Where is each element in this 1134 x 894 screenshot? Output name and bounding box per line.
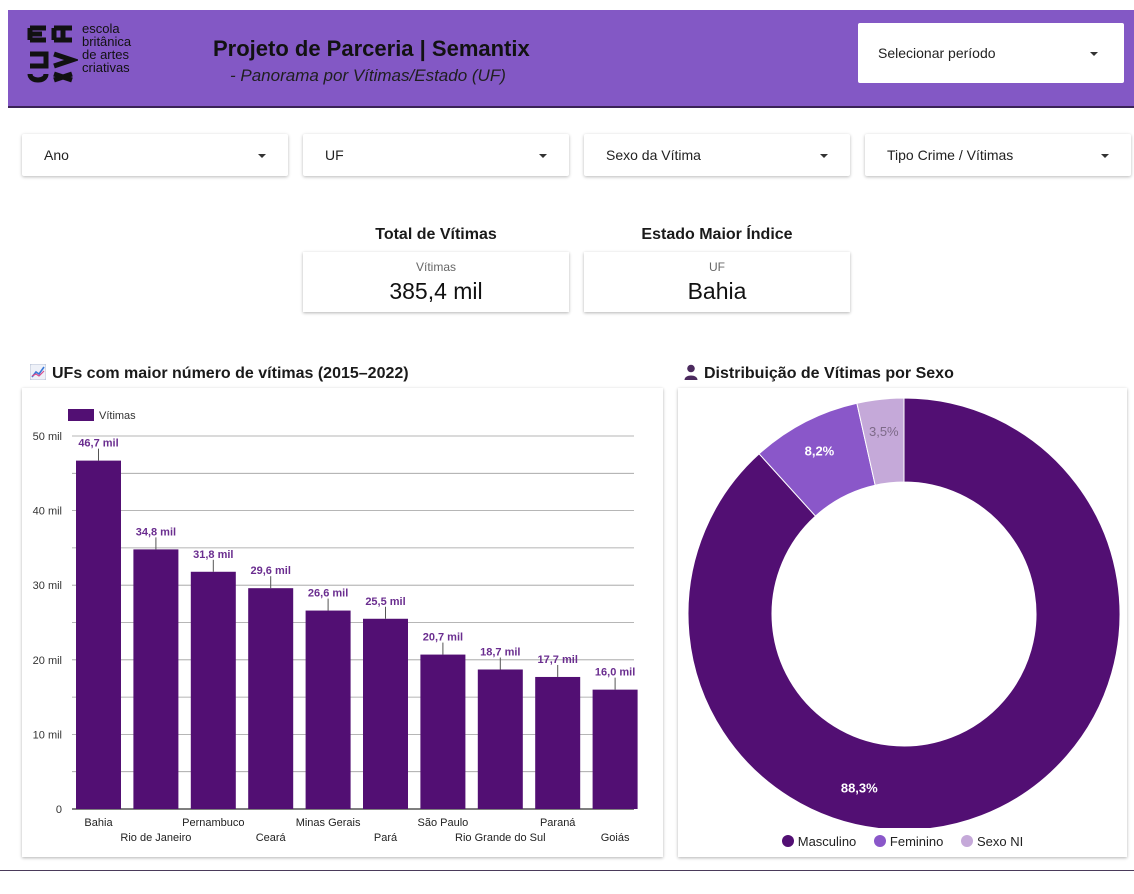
filter-label: Tipo Crime / Vítimas bbox=[887, 147, 1014, 163]
y-tick-label: 0 bbox=[56, 804, 62, 816]
chevron-down-icon bbox=[820, 154, 828, 158]
person-icon bbox=[684, 364, 698, 380]
legend-item-feminino[interactable]: Feminino bbox=[873, 834, 944, 849]
y-tick-label: 30 mil bbox=[33, 580, 62, 592]
bar-chart-title: UFs com maior número de vítimas (2015–20… bbox=[30, 364, 409, 383]
x-tick-label: São Paulo bbox=[418, 817, 469, 829]
x-tick-label: Pernambuco bbox=[182, 817, 244, 829]
donut-chart-title: Distribuição de Vítimas por Sexo bbox=[684, 364, 954, 383]
kpi-state-value: Bahia bbox=[687, 278, 747, 304]
bar[interactable] bbox=[133, 549, 179, 809]
filter-ano[interactable]: Ano bbox=[22, 134, 288, 176]
legend-label: Feminino bbox=[889, 834, 944, 849]
header-banner: escola britânica de artes criativas Proj… bbox=[8, 10, 1134, 108]
x-tick-label: Pará bbox=[374, 832, 398, 844]
legend-swatch bbox=[68, 409, 94, 421]
legend-swatch bbox=[873, 835, 886, 847]
legend-label: Vítimas bbox=[99, 410, 136, 422]
kpi-total-label: Vítimas bbox=[415, 260, 456, 274]
filter-tipo-crime[interactable]: Tipo Crime / Vítimas bbox=[865, 134, 1131, 176]
period-select[interactable]: Selecionar período bbox=[858, 23, 1124, 83]
data-label: 20,7 mil bbox=[423, 632, 463, 644]
x-tick-label: Paraná bbox=[540, 817, 576, 829]
bar[interactable] bbox=[535, 676, 581, 809]
donut-chart-card: 88,3% 8,2% 3,5% Masculino Feminino Sexo NI bbox=[678, 388, 1127, 857]
logo-mark-icon bbox=[27, 25, 78, 83]
chevron-down-icon bbox=[1090, 52, 1098, 56]
bar[interactable] bbox=[363, 618, 408, 809]
filter-uf[interactable]: UF bbox=[303, 134, 569, 176]
bottom-divider bbox=[0, 870, 1134, 871]
data-label: 16,0 mil bbox=[595, 667, 635, 679]
y-tick-label: 20 mil bbox=[33, 655, 62, 667]
chevron-down-icon bbox=[1101, 154, 1109, 158]
y-tick-label: 40 mil bbox=[33, 506, 62, 518]
legend-item-sexo-ni[interactable]: Sexo NI bbox=[961, 834, 1023, 849]
data-label: 46,7 mil bbox=[78, 438, 118, 450]
slice-label: 88,3% bbox=[841, 780, 878, 795]
legend-swatch bbox=[961, 835, 973, 847]
chevron-down-icon bbox=[539, 154, 547, 158]
bar-chart-card: 0 10 mil 20 mil 30 mil 40 mil 50 mil Vítimas 46… bbox=[22, 388, 663, 857]
logo: escola britânica de artes criativas bbox=[26, 22, 176, 86]
kpi-state-title: Estado Maior Índice bbox=[641, 226, 793, 243]
bar[interactable] bbox=[592, 689, 638, 809]
x-tick-label: Ceará bbox=[256, 832, 287, 844]
page-title: Projeto de Parceria | Semantix bbox=[213, 36, 530, 61]
y-tick-label: 10 mil bbox=[33, 729, 62, 741]
bar[interactable] bbox=[477, 669, 523, 809]
data-label: 31,8 mil bbox=[193, 549, 233, 561]
filter-label: Sexo da Vítima bbox=[606, 147, 701, 163]
slice-label: 3,5% bbox=[869, 424, 899, 439]
page-subtitle: - Panorama por Vítimas/Estado (UF) bbox=[230, 66, 506, 85]
slice-label: 8,2% bbox=[805, 444, 835, 459]
bar-chart: 0 10 mil 20 mil 30 mil 40 mil 50 mil Vítimas 46… bbox=[33, 409, 638, 844]
data-label: 29,6 mil bbox=[251, 565, 291, 577]
data-label: 26,6 mil bbox=[308, 588, 348, 600]
donut-chart: 88,3% 8,2% 3,5% bbox=[687, 397, 1121, 831]
donut-chart-title-text: Distribuição de Vítimas por Sexo bbox=[704, 365, 954, 382]
legend-label: Sexo NI bbox=[977, 834, 1024, 849]
legend-label: Masculino bbox=[797, 834, 857, 849]
chart-line-icon bbox=[30, 364, 46, 380]
data-label: 17,7 mil bbox=[538, 654, 578, 666]
x-tick-label: Minas Gerais bbox=[296, 817, 361, 829]
bar[interactable] bbox=[420, 654, 466, 809]
bar[interactable] bbox=[305, 610, 351, 809]
donut-legend: Masculino Feminino Sexo NI bbox=[678, 834, 1127, 849]
data-label: 25,5 mil bbox=[365, 596, 405, 608]
y-tick-label: 50 mil bbox=[33, 431, 62, 443]
kpi-total-value: 385,4 mil bbox=[389, 278, 483, 304]
x-tick-label: Rio de Janeiro bbox=[120, 832, 191, 844]
chevron-down-icon bbox=[258, 154, 266, 158]
kpi-state-card: UF Bahia bbox=[584, 252, 850, 312]
bar-chart-title-text: UFs com maior número de vítimas (2015–20… bbox=[52, 365, 409, 382]
data-label: 18,7 mil bbox=[480, 646, 520, 658]
kpi-state-label: UF bbox=[709, 260, 725, 274]
legend-item-masculino[interactable]: Masculino bbox=[781, 834, 857, 849]
x-tick-label: Goiás bbox=[601, 832, 630, 844]
bar[interactable] bbox=[190, 571, 236, 809]
kpi-total-title: Total de Vítimas bbox=[375, 226, 497, 243]
filter-label: Ano bbox=[44, 147, 69, 163]
x-tick-label: Rio Grande do Sul bbox=[455, 832, 546, 844]
legend-swatch bbox=[781, 835, 794, 847]
data-label: 34,8 mil bbox=[136, 526, 176, 538]
bar[interactable] bbox=[248, 588, 294, 809]
bar[interactable] bbox=[76, 460, 121, 809]
kpi-total-card: Vítimas 385,4 mil bbox=[303, 252, 569, 312]
logo-text: escola britânica de artes criativas bbox=[82, 21, 132, 75]
period-select-label: Selecionar período bbox=[878, 45, 996, 61]
filter-sexo[interactable]: Sexo da Vítima bbox=[584, 134, 850, 176]
x-tick-label: Bahia bbox=[84, 817, 113, 829]
filter-label: UF bbox=[325, 147, 344, 163]
